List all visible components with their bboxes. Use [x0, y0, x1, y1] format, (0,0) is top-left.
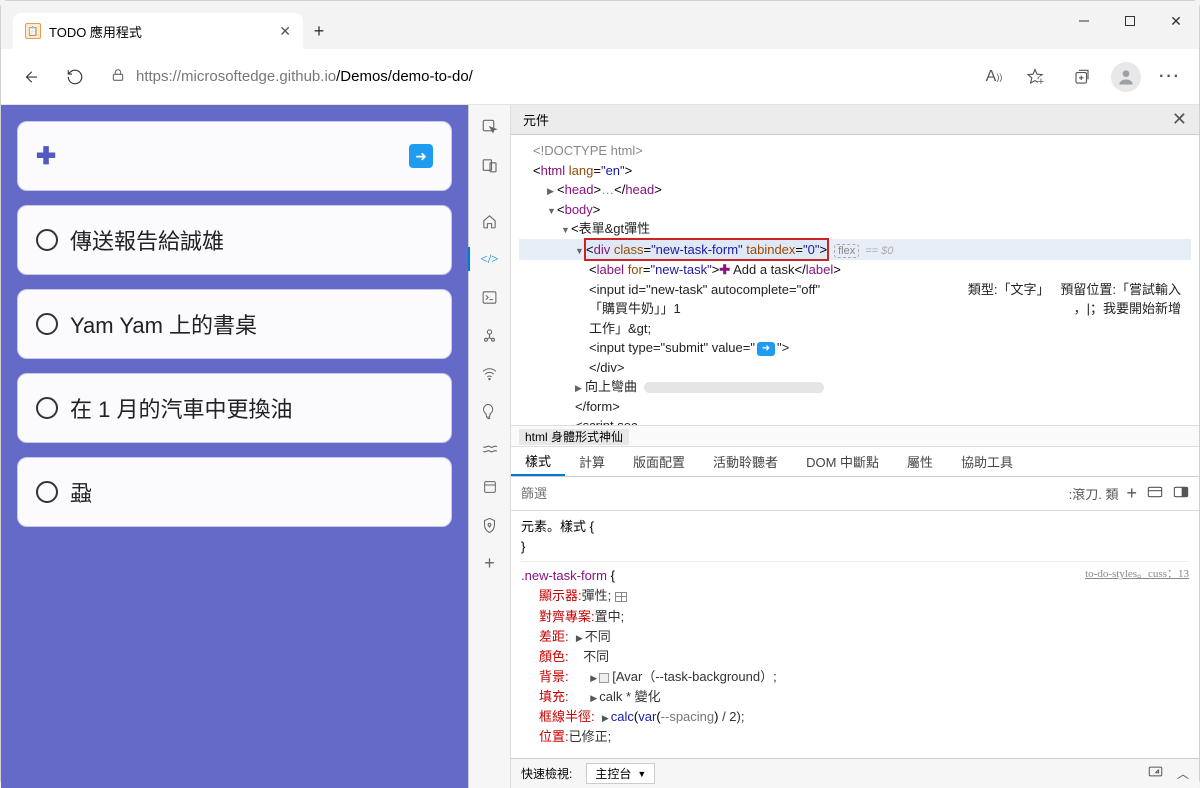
- radio-icon[interactable]: [36, 229, 58, 251]
- refresh-button[interactable]: [55, 57, 95, 97]
- inspect-icon[interactable]: [476, 113, 504, 141]
- tab-title: TODO 應用程式: [49, 22, 271, 41]
- titlebar: 📋 TODO 應用程式 ✕ + ✕: [1, 1, 1199, 49]
- memory-icon[interactable]: [476, 435, 504, 463]
- task-item[interactable]: 蝨: [17, 457, 452, 527]
- favorite-icon[interactable]: +: [1019, 58, 1057, 96]
- url-text: https://microsoftedge.github.io/Demos/de…: [136, 68, 950, 85]
- dom-tree[interactable]: <!DOCTYPE html> <html lang="en"> ▶<head>…: [511, 135, 1199, 425]
- sources-icon[interactable]: [476, 321, 504, 349]
- devtools-main: 元件 ✕ <!DOCTYPE html> <html lang="en"> ▶<…: [511, 105, 1199, 788]
- tab-strip: 📋 TODO 應用程式 ✕ +: [1, 1, 335, 49]
- collections-icon[interactable]: [1063, 58, 1101, 96]
- elements-tab-label: 元件: [523, 110, 549, 129]
- tab-properties[interactable]: 屬性: [893, 447, 947, 476]
- radio-icon[interactable]: [36, 397, 58, 419]
- task-item[interactable]: 在 1 月的汽車中更換油: [17, 373, 452, 443]
- task-item[interactable]: 傳送報告給誠雄: [17, 205, 452, 275]
- network-icon[interactable]: [476, 359, 504, 387]
- tab-favicon: 📋: [25, 23, 41, 39]
- new-task-form[interactable]: ✚ ➜: [17, 121, 452, 191]
- tab-breakpoints[interactable]: DOM 中斷點: [792, 447, 893, 476]
- devtools-close-icon[interactable]: ✕: [1172, 109, 1187, 130]
- back-button[interactable]: [11, 57, 51, 97]
- console-icon[interactable]: [476, 283, 504, 311]
- browser-tab[interactable]: 📋 TODO 應用程式 ✕: [13, 13, 303, 49]
- performance-icon[interactable]: [476, 397, 504, 425]
- plus-icon: ✚: [36, 142, 56, 171]
- more-tools-icon[interactable]: +: [476, 549, 504, 577]
- drawer-collapse-icon[interactable]: ︿: [1177, 765, 1189, 782]
- new-tab-button[interactable]: +: [303, 13, 335, 49]
- styles-body[interactable]: 元素。樣式 { } to-do-styles。cuss：13 .new-task…: [511, 511, 1199, 758]
- tab-a11y[interactable]: 協助工具: [947, 447, 1027, 476]
- source-link[interactable]: to-do-styles。cuss：13: [1085, 566, 1189, 583]
- content: ✚ ➜ 傳送報告給誠雄 Yam Yam 上的書桌 在 1 月的汽車中更換油 蝨 …: [1, 105, 1199, 788]
- computed-toggle-icon[interactable]: [1173, 485, 1189, 502]
- window-close-button[interactable]: ✕: [1153, 1, 1199, 41]
- tab-close-icon[interactable]: ✕: [279, 23, 291, 40]
- window-controls: ✕: [1061, 1, 1199, 41]
- device-icon[interactable]: [476, 151, 504, 179]
- addressbar-right: A)) + ···: [975, 58, 1189, 96]
- task-label: Yam Yam 上的書桌: [70, 308, 257, 340]
- minimize-button[interactable]: [1061, 1, 1107, 41]
- new-rule-icon[interactable]: +: [1126, 483, 1137, 504]
- task-label: 蝨: [70, 476, 92, 508]
- devtools-activity-bar: </> +: [469, 105, 511, 788]
- drawer-dock-icon[interactable]: [1148, 765, 1163, 782]
- submit-button[interactable]: ➜: [409, 144, 433, 168]
- task-item[interactable]: Yam Yam 上的書桌: [17, 289, 452, 359]
- styles-filter-row: :滾刀. 類 +: [511, 477, 1199, 511]
- styles-filter-input[interactable]: [521, 486, 1061, 501]
- tab-layout[interactable]: 版面配置: [619, 447, 699, 476]
- welcome-icon[interactable]: [476, 207, 504, 235]
- hov-button[interactable]: :滾刀. 類: [1069, 484, 1119, 503]
- radio-icon[interactable]: [36, 481, 58, 503]
- addressbar: https://microsoftedge.github.io/Demos/de…: [1, 49, 1199, 105]
- lock-icon: [110, 67, 126, 87]
- profile-button[interactable]: [1107, 58, 1145, 96]
- task-label: 傳送報告給誠雄: [70, 224, 224, 256]
- elements-header: 元件 ✕: [511, 105, 1199, 135]
- drawer: 快速檢視: 主控台▼ ︿: [511, 758, 1199, 788]
- task-label: 在 1 月的汽車中更換油: [70, 392, 292, 424]
- app-pane: ✚ ➜ 傳送報告給誠雄 Yam Yam 上的書桌 在 1 月的汽車中更換油 蝨: [1, 105, 468, 788]
- security-icon[interactable]: [476, 511, 504, 539]
- url-box[interactable]: https://microsoftedge.github.io/Demos/de…: [99, 59, 961, 95]
- read-aloud-icon[interactable]: A)): [975, 58, 1013, 96]
- drawer-select[interactable]: 主控台▼: [586, 763, 655, 784]
- radio-icon[interactable]: [36, 313, 58, 335]
- drawer-label: 快速檢視:: [521, 765, 572, 782]
- more-icon[interactable]: ···: [1151, 58, 1189, 96]
- dom-breadcrumb[interactable]: html 身體形式神仙: [511, 425, 1199, 447]
- application-icon[interactable]: [476, 473, 504, 501]
- devtools: </> + 元件 ✕ <!DOCTYPE html> <html lang="e…: [468, 105, 1199, 788]
- styles-tabs: 樣式 計算 版面配置 活動聆聽者 DOM 中斷點 屬性 協助工具: [511, 447, 1199, 477]
- maximize-button[interactable]: [1107, 1, 1153, 41]
- tab-computed[interactable]: 計算: [565, 447, 619, 476]
- tab-listeners[interactable]: 活動聆聽者: [699, 447, 792, 476]
- elements-icon[interactable]: </>: [476, 245, 504, 273]
- tab-styles[interactable]: 樣式: [511, 447, 565, 476]
- toggle-classes-icon[interactable]: [1147, 485, 1163, 502]
